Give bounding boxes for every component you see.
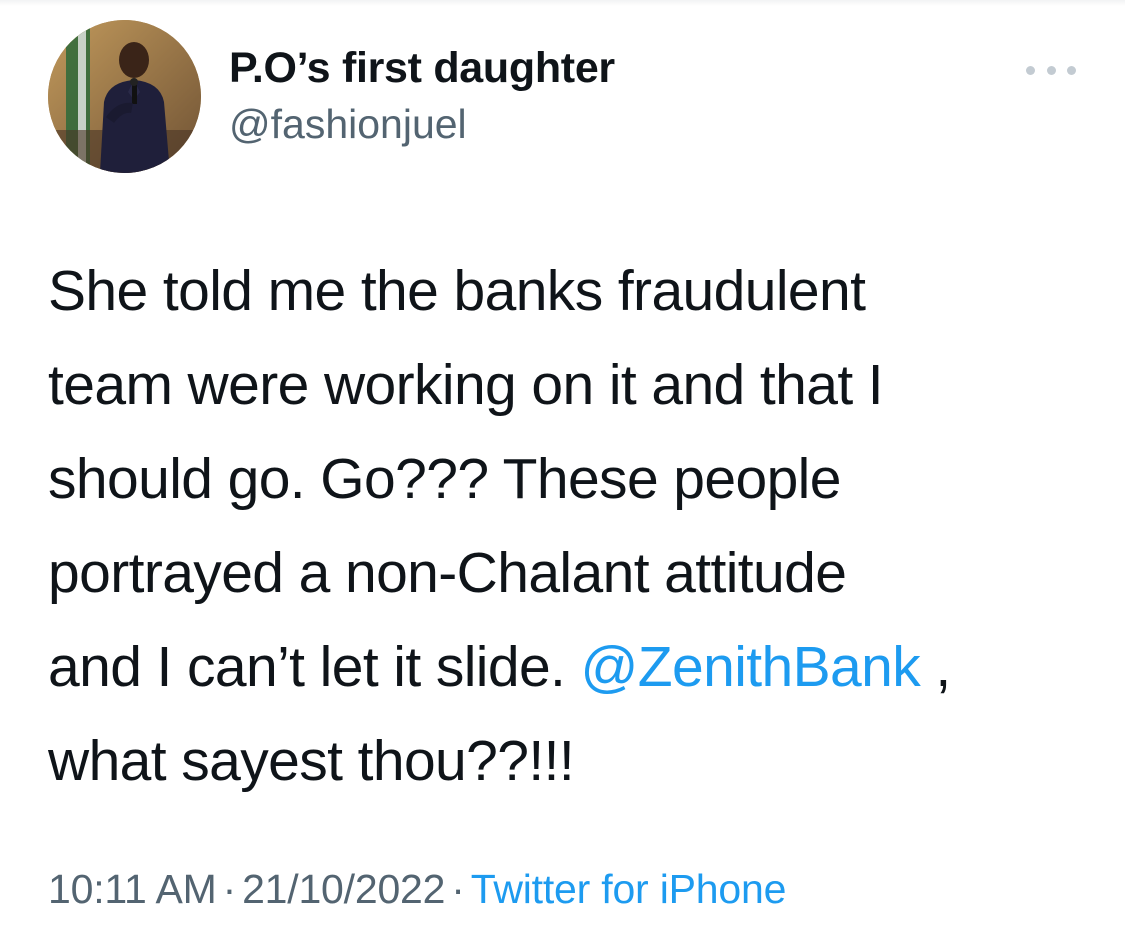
meta-separator: · bbox=[222, 866, 237, 912]
author-handle[interactable]: @fashionjuel bbox=[229, 101, 467, 148]
tweet-text-line: and I can’t let it slide. @ZenithBank , bbox=[48, 620, 1088, 714]
tweet-date[interactable]: 21/10/2022 bbox=[242, 866, 445, 912]
tweet-text-segment: , bbox=[920, 635, 951, 699]
more-options-button[interactable] bbox=[1026, 58, 1076, 82]
tweet-time[interactable]: 10:11 AM bbox=[48, 866, 217, 912]
avatar[interactable] bbox=[48, 20, 201, 173]
more-horizontal-icon bbox=[1026, 65, 1035, 75]
tweet-meta: 10:11 AM · 21/10/2022 · Twitter for iPhone bbox=[48, 866, 786, 913]
tweet-source-link[interactable]: Twitter for iPhone bbox=[471, 866, 787, 912]
tweet-text-line: She told me the banks fraudulent bbox=[48, 259, 866, 323]
meta-separator: · bbox=[451, 866, 465, 912]
tweet-text-line: what sayest thou??!!! bbox=[48, 729, 575, 793]
avatar-image bbox=[48, 20, 201, 173]
author-display-name[interactable]: P.O’s first daughter bbox=[229, 44, 615, 93]
tweet-text-line: team were working on it and that I bbox=[48, 353, 884, 417]
more-horizontal-icon-dot bbox=[1046, 65, 1056, 75]
tweet-text-segment: and I can’t let it slide. bbox=[48, 635, 581, 699]
tweet: P.O’s first daughter @fashionjuel She to… bbox=[0, 0, 1125, 942]
more-horizontal-icon-dot bbox=[1067, 65, 1076, 75]
tweet-text-line: portrayed a non-Chalant attitude bbox=[48, 541, 847, 605]
tweet-text-line: should go. Go??? These people bbox=[48, 447, 841, 511]
tweet-text: She told me the banks fraudulent team we… bbox=[48, 244, 1088, 808]
mention-link[interactable]: @ZenithBank bbox=[581, 635, 921, 699]
